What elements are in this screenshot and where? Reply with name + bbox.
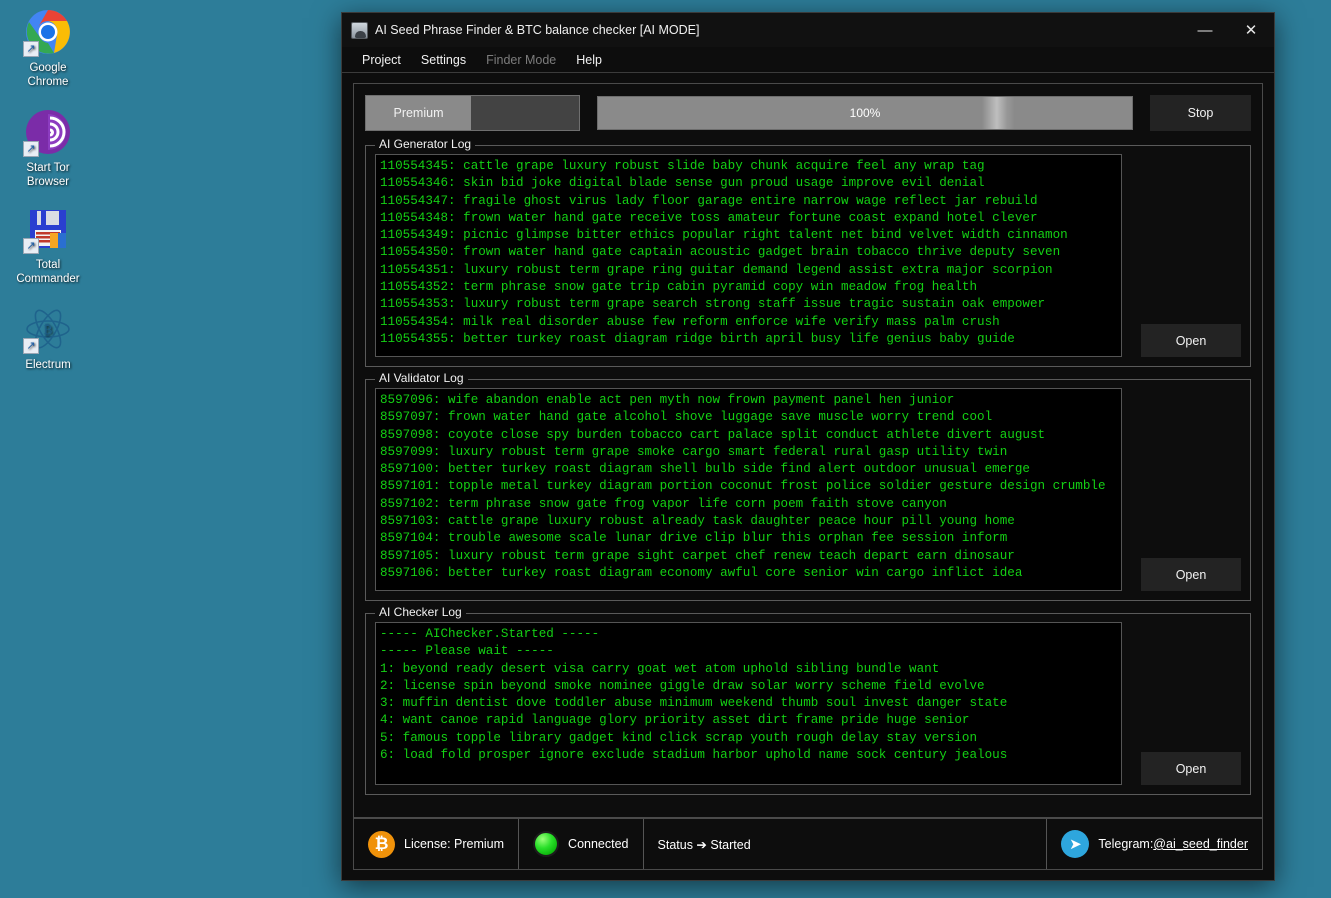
validator-log-line: 8597096: wife abandon enable act pen myt… xyxy=(380,393,955,407)
desktop-icon-label: Electrum xyxy=(25,359,71,371)
shortcut-arrow-icon: ↗ xyxy=(23,338,39,354)
bitcoin-icon: ₿ xyxy=(368,830,395,858)
desktop-icon-electrum[interactable]: ₿ ↗ Electrum xyxy=(0,305,96,372)
generator-log-line: 110554345: cattle grape luxury robust sl… xyxy=(380,159,985,173)
menu-bar: Project Settings Finder Mode Help xyxy=(342,47,1274,73)
app-icon xyxy=(351,21,368,39)
menu-item-finder-mode: Finder Mode xyxy=(486,52,557,67)
premium-toggle-empty xyxy=(471,96,579,130)
checker-log-group: AI Checker Log ----- AIChecker.Started -… xyxy=(365,605,1251,795)
checker-log-line: 4: want canoe rapid language glory prior… xyxy=(380,713,970,728)
generator-log-line: 110554346: skin bid joke digital blade s… xyxy=(380,176,985,191)
validator-log-line: 8597100: better turkey roast diagram she… xyxy=(380,462,1030,477)
generator-log-line: 110554347: fragile ghost virus lady floo… xyxy=(380,193,1038,208)
generator-log-line: 110554349: picnic glimpse bitter ethics … xyxy=(380,228,1068,243)
checker-log-output[interactable]: ----- AIChecker.Started ----- ----- Pleas… xyxy=(375,622,1122,785)
menu-item-settings[interactable]: Settings xyxy=(411,50,476,70)
checker-open-column: Open xyxy=(1131,622,1241,785)
chrome-icon: ↗ xyxy=(23,8,72,57)
shortcut-arrow-icon: ↗ xyxy=(23,41,39,57)
validator-log-line: 8597106: better turkey roast diagram eco… xyxy=(380,565,1023,580)
toolbar: Premium 100% Stop xyxy=(365,94,1251,132)
total-commander-icon: ↗ xyxy=(23,205,72,254)
tor-browser-icon: ↗ xyxy=(23,108,72,157)
telegram-prefix: Telegram: xyxy=(1098,837,1154,851)
status-label: Status ➔ Started xyxy=(657,837,751,852)
generator-log-line: 110554352: term phrase snow gate trip ca… xyxy=(380,280,978,295)
checker-log-line: 2: license spin beyond smoke nominee gig… xyxy=(380,678,985,693)
checker-log-line: ----- AIChecker.Started ----- xyxy=(380,627,600,641)
shortcut-arrow-icon: ↗ xyxy=(23,238,39,254)
shortcut-arrow-icon: ↗ xyxy=(23,141,39,157)
premium-toggle[interactable]: Premium xyxy=(365,95,580,131)
validator-open-button[interactable]: Open xyxy=(1141,558,1241,591)
generator-open-column: Open xyxy=(1131,154,1241,357)
minimize-button[interactable]: — xyxy=(1182,13,1228,47)
validator-log-output[interactable]: 8597096: wife abandon enable act pen myt… xyxy=(375,388,1122,591)
generator-open-button[interactable]: Open xyxy=(1141,324,1241,357)
telegram-icon: ➤ xyxy=(1061,830,1090,858)
status-bar: ₿ License: Premium Connected Status ➔ St… xyxy=(353,818,1263,870)
generator-log-line: 110554355: better turkey roast diagram r… xyxy=(380,331,1015,346)
green-led-icon xyxy=(533,831,560,857)
stop-button[interactable]: Stop xyxy=(1150,95,1251,131)
window-title: AI Seed Phrase Finder & BTC balance chec… xyxy=(375,23,700,37)
generator-log-output[interactable]: 110554345: cattle grape luxury robust sl… xyxy=(375,154,1122,357)
connection-label: Connected xyxy=(568,837,629,851)
validator-log-line: 8597098: coyote close spy burden tobacco… xyxy=(380,427,1046,442)
checker-log-line: 1: beyond ready desert visa carry goat w… xyxy=(380,661,940,676)
desktop-icon-label: Total Commander xyxy=(16,259,80,285)
status-telegram[interactable]: ➤ Telegram: @ai_seed_finder xyxy=(1047,819,1262,869)
validator-log-line: 8597097: frown water hand gate alcohol s… xyxy=(380,410,993,425)
validator-log-line: 8597099: luxury robust term grape smoke … xyxy=(380,444,1008,459)
checker-log-line: ----- Please wait ----- xyxy=(380,644,554,659)
generator-log-line: 110554354: milk real disorder abuse few … xyxy=(380,314,1000,329)
progress-shimmer xyxy=(982,97,1016,129)
premium-toggle-label: Premium xyxy=(366,96,471,130)
content-frame: Premium 100% Stop AI Generator Log 11055… xyxy=(353,83,1263,818)
checker-log-line: 6: load fold prosper ignore exclude stad… xyxy=(380,748,1008,763)
validator-log-line: 8597104: trouble awesome scale lunar dri… xyxy=(380,531,1008,546)
checker-log-line: 5: famous topple library gadget kind cli… xyxy=(380,730,978,745)
validator-open-column: Open xyxy=(1131,388,1241,591)
app-window: AI Seed Phrase Finder & BTC balance chec… xyxy=(341,12,1275,881)
checker-log-title: AI Checker Log xyxy=(375,605,466,619)
validator-log-title: AI Validator Log xyxy=(375,371,468,385)
desktop-icon-tor[interactable]: ↗ Start Tor Browser xyxy=(0,108,96,189)
status-connection: Connected xyxy=(519,819,644,869)
telegram-handle-link[interactable]: @ai_seed_finder xyxy=(1153,837,1248,851)
generator-log-title: AI Generator Log xyxy=(375,137,476,151)
progress-label: 100% xyxy=(849,106,881,120)
status-license: ₿ License: Premium xyxy=(354,819,520,869)
menu-item-help[interactable]: Help xyxy=(566,50,612,70)
generator-log-group: AI Generator Log 110554345: cattle grape… xyxy=(365,137,1251,367)
menu-item-project[interactable]: Project xyxy=(352,50,411,70)
license-label: License: Premium xyxy=(404,837,505,851)
status-state: Status ➔ Started xyxy=(644,819,1048,869)
generator-log-line: 110554350: frown water hand gate captain… xyxy=(380,245,1061,260)
validator-log-line: 8597101: topple metal turkey diagram por… xyxy=(380,479,1106,494)
desktop-icon-chrome[interactable]: ↗ Google Chrome xyxy=(0,8,96,89)
generator-log-line: 110554353: luxury robust term grape sear… xyxy=(380,297,1046,312)
app-body: Premium 100% Stop AI Generator Log 11055… xyxy=(342,73,1274,880)
desktop-icon-label: Google Chrome xyxy=(27,62,69,88)
checker-open-button[interactable]: Open xyxy=(1141,752,1241,785)
desktop-icon-total-commander[interactable]: ↗ Total Commander xyxy=(0,205,96,286)
generator-log-line: 110554351: luxury robust term grape ring… xyxy=(380,262,1053,277)
validator-log-line: 8597105: luxury robust term grape sight … xyxy=(380,548,1015,563)
generator-log-line: 110554348: frown water hand gate receive… xyxy=(380,210,1038,225)
validator-log-line: 8597103: cattle grape luxury robust alre… xyxy=(380,514,1015,529)
validator-log-line: 8597102: term phrase snow gate frog vapo… xyxy=(380,496,947,511)
close-button[interactable]: ✕ xyxy=(1228,13,1274,47)
desktop-icon-label: Start Tor Browser xyxy=(26,162,70,188)
checker-log-line: 3: muffin dentist dove toddler abuse min… xyxy=(380,696,1008,711)
title-bar[interactable]: AI Seed Phrase Finder & BTC balance chec… xyxy=(342,13,1274,47)
electrum-icon: ₿ ↗ xyxy=(23,305,72,354)
progress-bar: 100% xyxy=(597,96,1133,130)
validator-log-group: AI Validator Log 8597096: wife abandon e… xyxy=(365,371,1251,601)
svg-text:₿: ₿ xyxy=(44,323,53,338)
